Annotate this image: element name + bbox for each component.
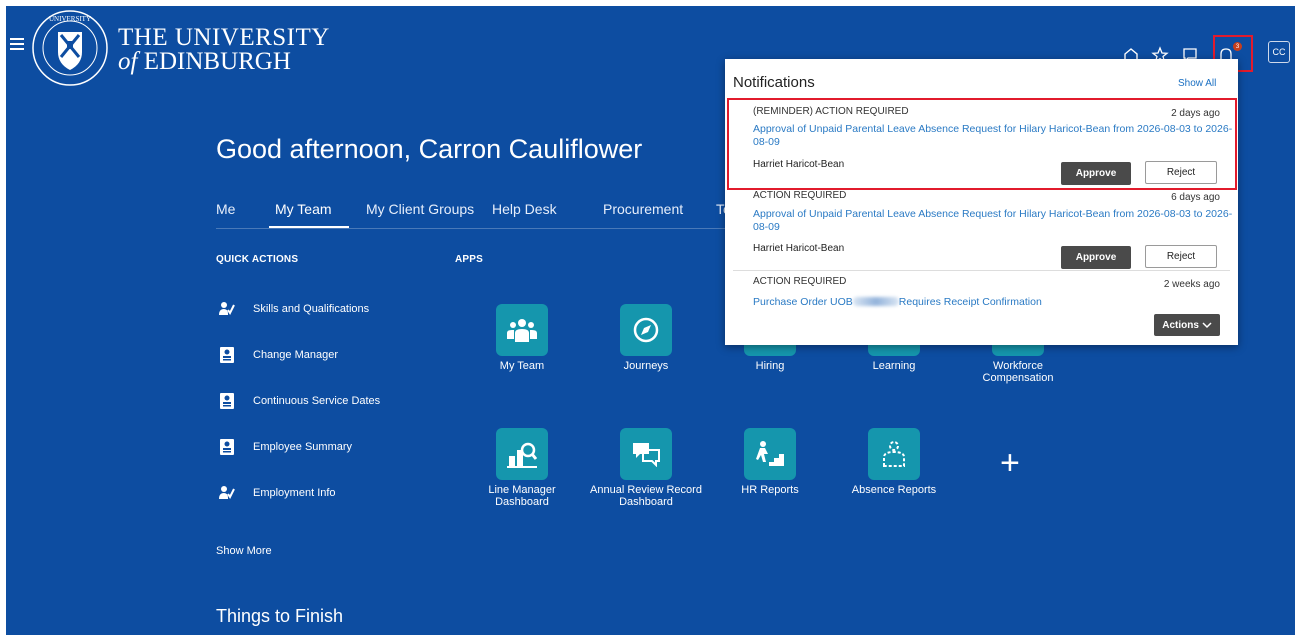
app-tile-my-team[interactable] bbox=[496, 304, 548, 356]
app-label: Workforce Compensation bbox=[982, 360, 1054, 384]
tab-me[interactable]: Me bbox=[216, 201, 235, 217]
id-badge-icon bbox=[219, 439, 235, 455]
tab-my-client-groups[interactable]: My Client Groups bbox=[366, 201, 474, 217]
tab-help-desk[interactable]: Help Desk bbox=[492, 201, 557, 217]
absence-icon bbox=[883, 441, 905, 467]
panel-divider bbox=[733, 270, 1230, 271]
actions-menu-button[interactable]: Actions bbox=[1154, 314, 1220, 336]
notification-2-from: Harriet Haricot-Bean bbox=[753, 243, 845, 254]
app-label: Learning bbox=[872, 360, 916, 372]
notification-2-time: 6 days ago bbox=[1171, 192, 1220, 203]
hamburger-menu-icon[interactable] bbox=[10, 38, 24, 53]
quick-action-label: Employment Info bbox=[253, 487, 336, 499]
quick-action-label: Change Manager bbox=[253, 349, 339, 361]
quick-action-label: Continuous Service Dates bbox=[253, 395, 381, 407]
app-label: Absence Reports bbox=[851, 484, 937, 496]
page-greeting: Good afternoon, Carron Cauliflower bbox=[216, 134, 643, 164]
notification-3-message-link[interactable]: Purchase Order UOB Requires Receipt Confi… bbox=[753, 296, 1238, 309]
stairs-icon bbox=[756, 441, 784, 466]
dashboard-icon bbox=[507, 442, 537, 468]
notification-2-type: ACTION REQUIRED bbox=[753, 190, 847, 201]
university-crest-logo: UNIVERSITY bbox=[32, 10, 108, 86]
quick-action-employment-info[interactable]: Employment Info bbox=[219, 482, 336, 504]
notification-highlight-box bbox=[727, 98, 1237, 190]
redacted-text bbox=[852, 297, 899, 306]
app-label: My Team bbox=[499, 360, 545, 372]
quick-action-continuous-service-dates[interactable]: Continuous Service Dates bbox=[219, 390, 380, 412]
app-label: Line Manager Dashboard bbox=[488, 484, 556, 508]
id-badge-icon bbox=[219, 347, 235, 363]
app-label: HR Reports bbox=[741, 484, 799, 496]
quick-action-label: Skills and Qualifications bbox=[253, 303, 370, 315]
quick-action-change-manager[interactable]: Change Manager bbox=[219, 344, 338, 366]
user-avatar[interactable]: CC bbox=[1268, 41, 1290, 63]
active-tab-indicator bbox=[269, 226, 349, 228]
app-tile-journeys[interactable] bbox=[620, 304, 672, 356]
quick-action-employee-summary[interactable]: Employee Summary bbox=[219, 436, 352, 458]
show-all-link[interactable]: Show All bbox=[1178, 78, 1216, 89]
quick-actions-heading: QUICK ACTIONS bbox=[216, 254, 299, 265]
app-tile-annual-review-record-dashboard[interactable] bbox=[620, 428, 672, 480]
quick-action-label: Employee Summary bbox=[253, 441, 353, 453]
things-to-finish-heading: Things to Finish bbox=[216, 606, 344, 626]
notification-3-type: ACTION REQUIRED bbox=[753, 276, 847, 287]
app-shell: UNIVERSITY THE UNIVERSITY of EDINBURGH 3… bbox=[6, 6, 1295, 635]
university-name-line2: of EDINBURGH bbox=[118, 48, 291, 75]
tab-my-team[interactable]: My Team bbox=[275, 201, 332, 217]
chat-icon bbox=[633, 443, 660, 467]
approve-button[interactable]: Approve bbox=[1061, 246, 1131, 269]
app-label: Hiring bbox=[755, 360, 785, 372]
tabs-divider bbox=[216, 228, 736, 229]
show-more-link[interactable]: Show More bbox=[216, 545, 272, 557]
app-tile-line-manager-dashboard[interactable] bbox=[496, 428, 548, 480]
notification-3-time: 2 weeks ago bbox=[1163, 279, 1220, 290]
notification-2-message-link[interactable]: Approval of Unpaid Parental Leave Absenc… bbox=[753, 208, 1238, 234]
notifications-title: Notifications bbox=[733, 74, 815, 91]
app-tile-hr-reports[interactable] bbox=[744, 428, 796, 480]
tab-procurement[interactable]: Procurement bbox=[603, 201, 683, 217]
chevron-down-icon bbox=[1202, 321, 1212, 328]
reject-button[interactable]: Reject bbox=[1145, 245, 1217, 268]
quick-action-skills[interactable]: Skills and Qualifications bbox=[219, 298, 369, 320]
person-check-icon bbox=[219, 485, 235, 501]
add-app-plus-icon[interactable]: + bbox=[1000, 446, 1020, 480]
person-check-icon bbox=[219, 301, 235, 317]
app-label: Journeys bbox=[623, 360, 669, 372]
svg-text:UNIVERSITY: UNIVERSITY bbox=[49, 15, 91, 23]
team-icon bbox=[507, 319, 537, 342]
apps-heading: APPS bbox=[455, 254, 484, 265]
app-label: Annual Review Record Dashboard bbox=[590, 484, 702, 508]
app-tile-absence-reports[interactable] bbox=[868, 428, 920, 480]
compass-icon bbox=[633, 317, 659, 343]
id-badge-icon bbox=[219, 393, 235, 409]
